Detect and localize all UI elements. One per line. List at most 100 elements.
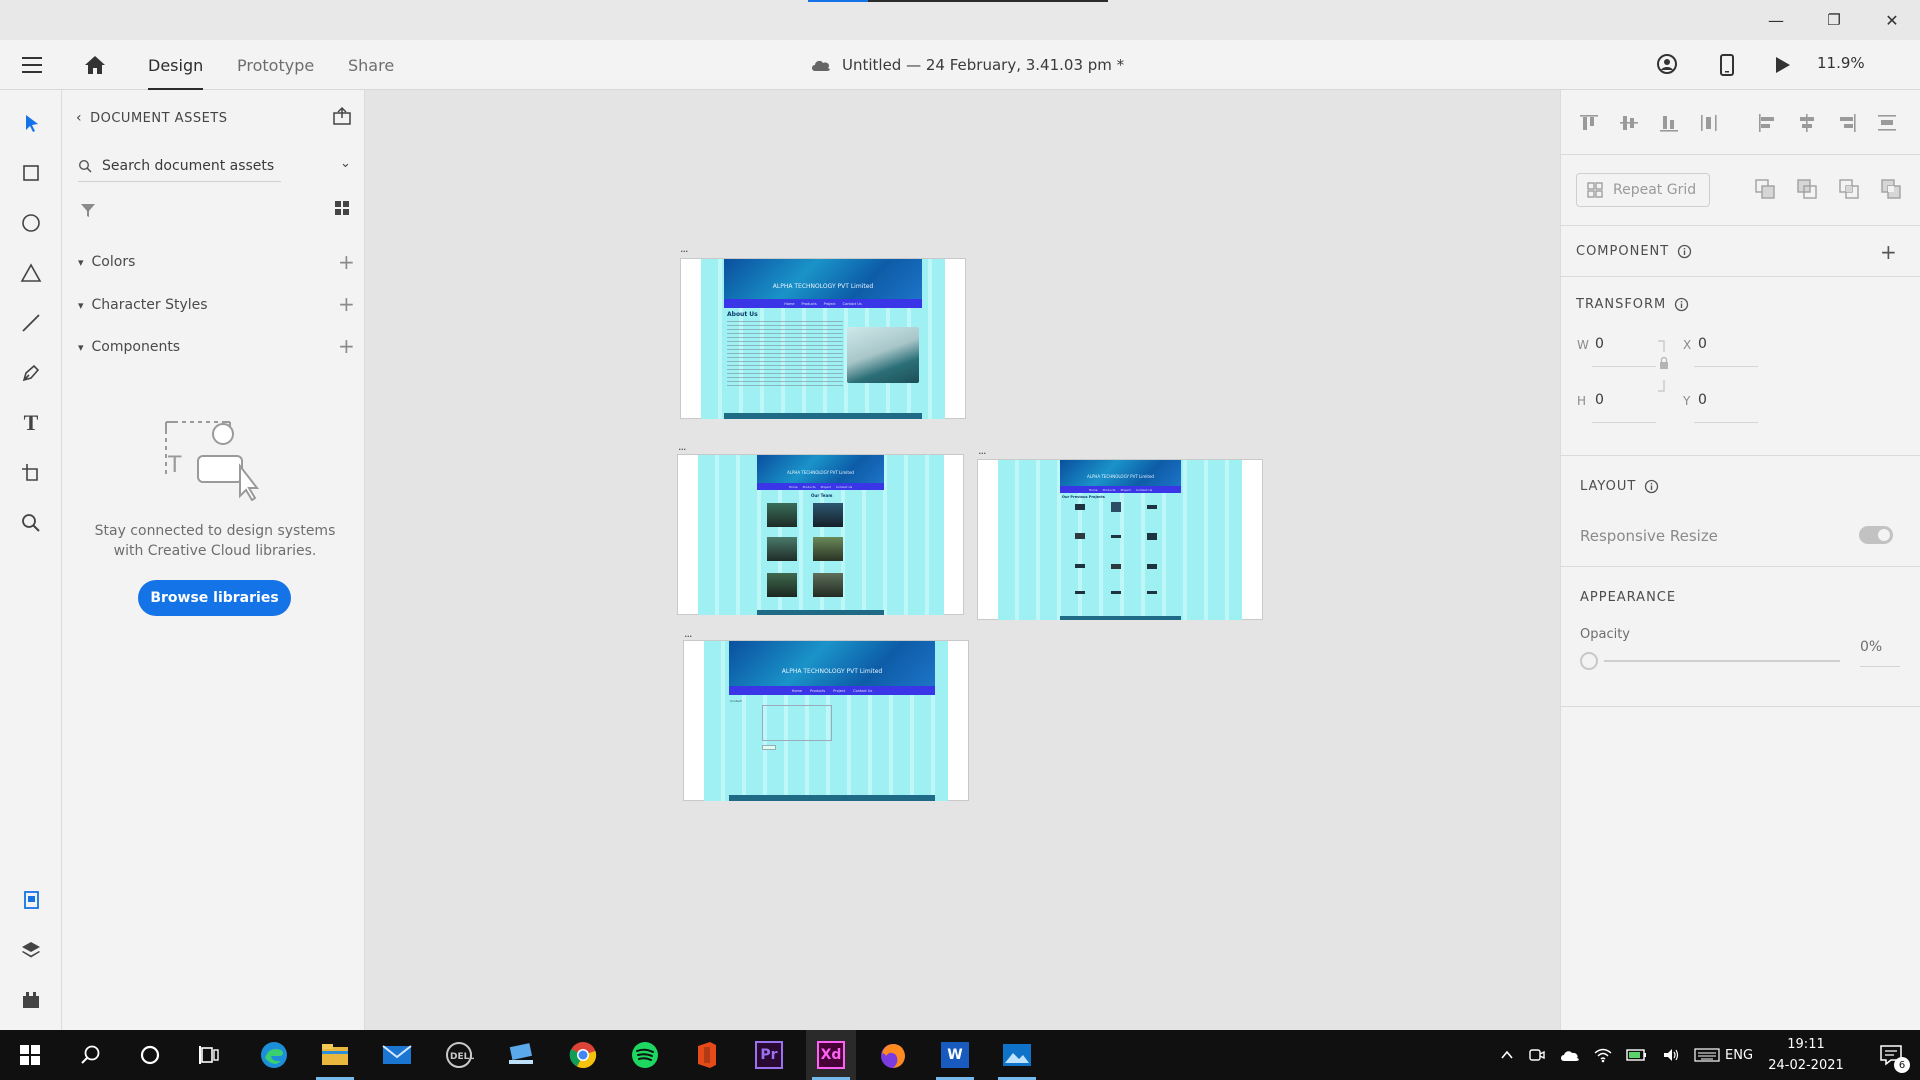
hamburger-menu-icon[interactable] xyxy=(20,54,44,76)
artboard-name-marker[interactable]: ... xyxy=(680,242,688,255)
onedrive-icon[interactable] xyxy=(1560,1048,1580,1062)
document-title[interactable]: Untitled — 24 February, 3.41.03 pm * xyxy=(810,40,1124,90)
tab-prototype[interactable]: Prototype xyxy=(237,40,314,90)
artboard-our-team[interactable]: ALPHA TECHNOLOGY PVT Limited Home Produc… xyxy=(677,454,964,615)
artboard-previous-projects[interactable]: ALPHA TECHNOLOGY PVT Limited Home Produc… xyxy=(977,459,1263,620)
ellipse-tool-icon[interactable] xyxy=(14,206,48,240)
align-bottom-icon[interactable] xyxy=(1658,112,1680,134)
search-icon[interactable] xyxy=(65,1030,115,1080)
clock[interactable]: 19:11 24-02-2021 xyxy=(1762,1034,1850,1076)
project-thumbnail xyxy=(1111,535,1121,538)
distribute-horizontal-icon[interactable] xyxy=(1698,112,1720,134)
artboard-name-marker[interactable]: ... xyxy=(678,440,686,453)
task-view-icon[interactable] xyxy=(185,1030,235,1080)
chrome-icon[interactable] xyxy=(558,1030,608,1080)
artboard-name-marker[interactable]: ... xyxy=(978,444,986,457)
artboard-name-marker[interactable]: ... xyxy=(684,627,692,640)
search-assets-field[interactable]: Search document assets xyxy=(78,150,281,182)
dell-icon[interactable]: DELL xyxy=(434,1030,484,1080)
rectangle-tool-icon[interactable] xyxy=(14,156,48,190)
plugins-icon[interactable] xyxy=(14,983,48,1017)
cortana-icon[interactable] xyxy=(125,1030,175,1080)
align-right-icon[interactable] xyxy=(1836,112,1858,134)
battery-icon[interactable] xyxy=(1626,1048,1648,1062)
spotify-icon[interactable] xyxy=(620,1030,670,1080)
width-value[interactable]: 0 xyxy=(1595,336,1604,352)
edge-icon[interactable] xyxy=(249,1030,299,1080)
align-left-icon[interactable] xyxy=(1756,112,1778,134)
exclude-boolean-icon[interactable] xyxy=(1880,178,1902,200)
add-color-button[interactable]: + xyxy=(338,250,355,274)
intersect-boolean-icon[interactable] xyxy=(1838,178,1860,200)
chevron-down-icon[interactable]: ⌄ xyxy=(340,156,351,171)
browse-libraries-button[interactable]: Browse libraries xyxy=(138,580,291,616)
colors-section[interactable]: ▾ Colors xyxy=(78,254,135,270)
adobe-xd-icon[interactable]: Xd xyxy=(806,1030,856,1080)
align-top-icon[interactable] xyxy=(1578,112,1600,134)
laptop-app-icon[interactable] xyxy=(496,1030,546,1080)
opacity-slider-handle[interactable] xyxy=(1580,652,1598,670)
wifi-icon[interactable] xyxy=(1594,1047,1612,1063)
restore-button[interactable]: ❐ xyxy=(1806,0,1862,40)
add-character-style-button[interactable]: + xyxy=(338,292,355,316)
line-tool-icon[interactable] xyxy=(14,306,48,340)
zoom-tool-icon[interactable] xyxy=(14,506,48,540)
info-icon[interactable] xyxy=(1644,479,1659,494)
notifications-icon[interactable]: 6 xyxy=(1866,1030,1916,1080)
user-share-icon[interactable] xyxy=(1656,53,1680,77)
assets-header[interactable]: ‹ DOCUMENT ASSETS xyxy=(76,110,227,126)
file-explorer-icon[interactable] xyxy=(310,1030,360,1080)
components-section[interactable]: ▾ Components xyxy=(78,339,180,355)
info-icon[interactable] xyxy=(1674,297,1689,312)
distribute-vertical-icon[interactable] xyxy=(1876,112,1898,134)
grid-view-icon[interactable] xyxy=(334,200,350,220)
volume-icon[interactable] xyxy=(1662,1047,1680,1063)
info-icon[interactable] xyxy=(1677,244,1692,259)
add-component-button[interactable]: + xyxy=(338,334,355,358)
aspect-lock-icon[interactable] xyxy=(1656,340,1672,396)
mail-icon[interactable] xyxy=(372,1030,422,1080)
filter-icon[interactable] xyxy=(80,202,96,222)
close-button[interactable]: ✕ xyxy=(1864,0,1920,40)
align-middle-icon[interactable] xyxy=(1618,112,1640,134)
opacity-value[interactable]: 0% xyxy=(1860,639,1882,655)
text-tool-icon[interactable]: T xyxy=(14,406,48,440)
zoom-level[interactable]: 11.9% xyxy=(1817,54,1865,72)
character-styles-section[interactable]: ▾ Character Styles xyxy=(78,297,208,313)
play-preview-icon[interactable] xyxy=(1772,55,1792,75)
y-value[interactable]: 0 xyxy=(1698,392,1707,408)
touch-keyboard-icon[interactable] xyxy=(1694,1047,1720,1063)
layers-icon[interactable] xyxy=(14,933,48,967)
language-indicator[interactable]: ENG xyxy=(1725,1030,1753,1080)
artboard-tool-icon[interactable] xyxy=(14,456,48,490)
height-value[interactable]: 0 xyxy=(1595,392,1604,408)
subtract-boolean-icon[interactable] xyxy=(1796,178,1818,200)
polygon-tool-icon[interactable] xyxy=(14,256,48,290)
home-icon[interactable] xyxy=(82,53,108,77)
chevron-left-icon[interactable]: ‹ xyxy=(76,110,82,126)
chevron-up-icon[interactable] xyxy=(1500,1048,1514,1062)
add-component-button[interactable]: + xyxy=(1880,240,1897,264)
premiere-pro-icon[interactable]: Pr xyxy=(744,1030,794,1080)
word-icon[interactable]: W xyxy=(930,1030,980,1080)
firefox-icon[interactable] xyxy=(868,1030,918,1080)
export-share-icon[interactable] xyxy=(332,106,352,130)
photos-icon[interactable] xyxy=(992,1030,1042,1080)
artboard-about-us[interactable]: ALPHA TECHNOLOGY PVT Limited Home Produc… xyxy=(680,258,966,419)
document-assets-icon[interactable] xyxy=(14,883,48,917)
minimize-button[interactable]: — xyxy=(1748,0,1804,40)
align-center-icon[interactable] xyxy=(1796,112,1818,134)
artboard-contact[interactable]: ALPHA TECHNOLOGY PVT Limited Home Produc… xyxy=(683,640,969,801)
repeat-grid-button[interactable]: Repeat Grid xyxy=(1576,173,1710,207)
start-icon[interactable] xyxy=(5,1030,55,1080)
pen-tool-icon[interactable] xyxy=(14,356,48,390)
x-value[interactable]: 0 xyxy=(1698,336,1707,352)
office-icon[interactable] xyxy=(682,1030,732,1080)
tab-design[interactable]: Design xyxy=(148,40,204,90)
responsive-resize-toggle[interactable] xyxy=(1859,526,1893,544)
device-preview-icon[interactable] xyxy=(1716,53,1738,77)
add-boolean-icon[interactable] xyxy=(1754,178,1776,200)
select-tool-icon[interactable] xyxy=(14,106,48,140)
tab-share[interactable]: Share xyxy=(348,40,394,90)
meet-now-icon[interactable] xyxy=(1528,1046,1546,1064)
